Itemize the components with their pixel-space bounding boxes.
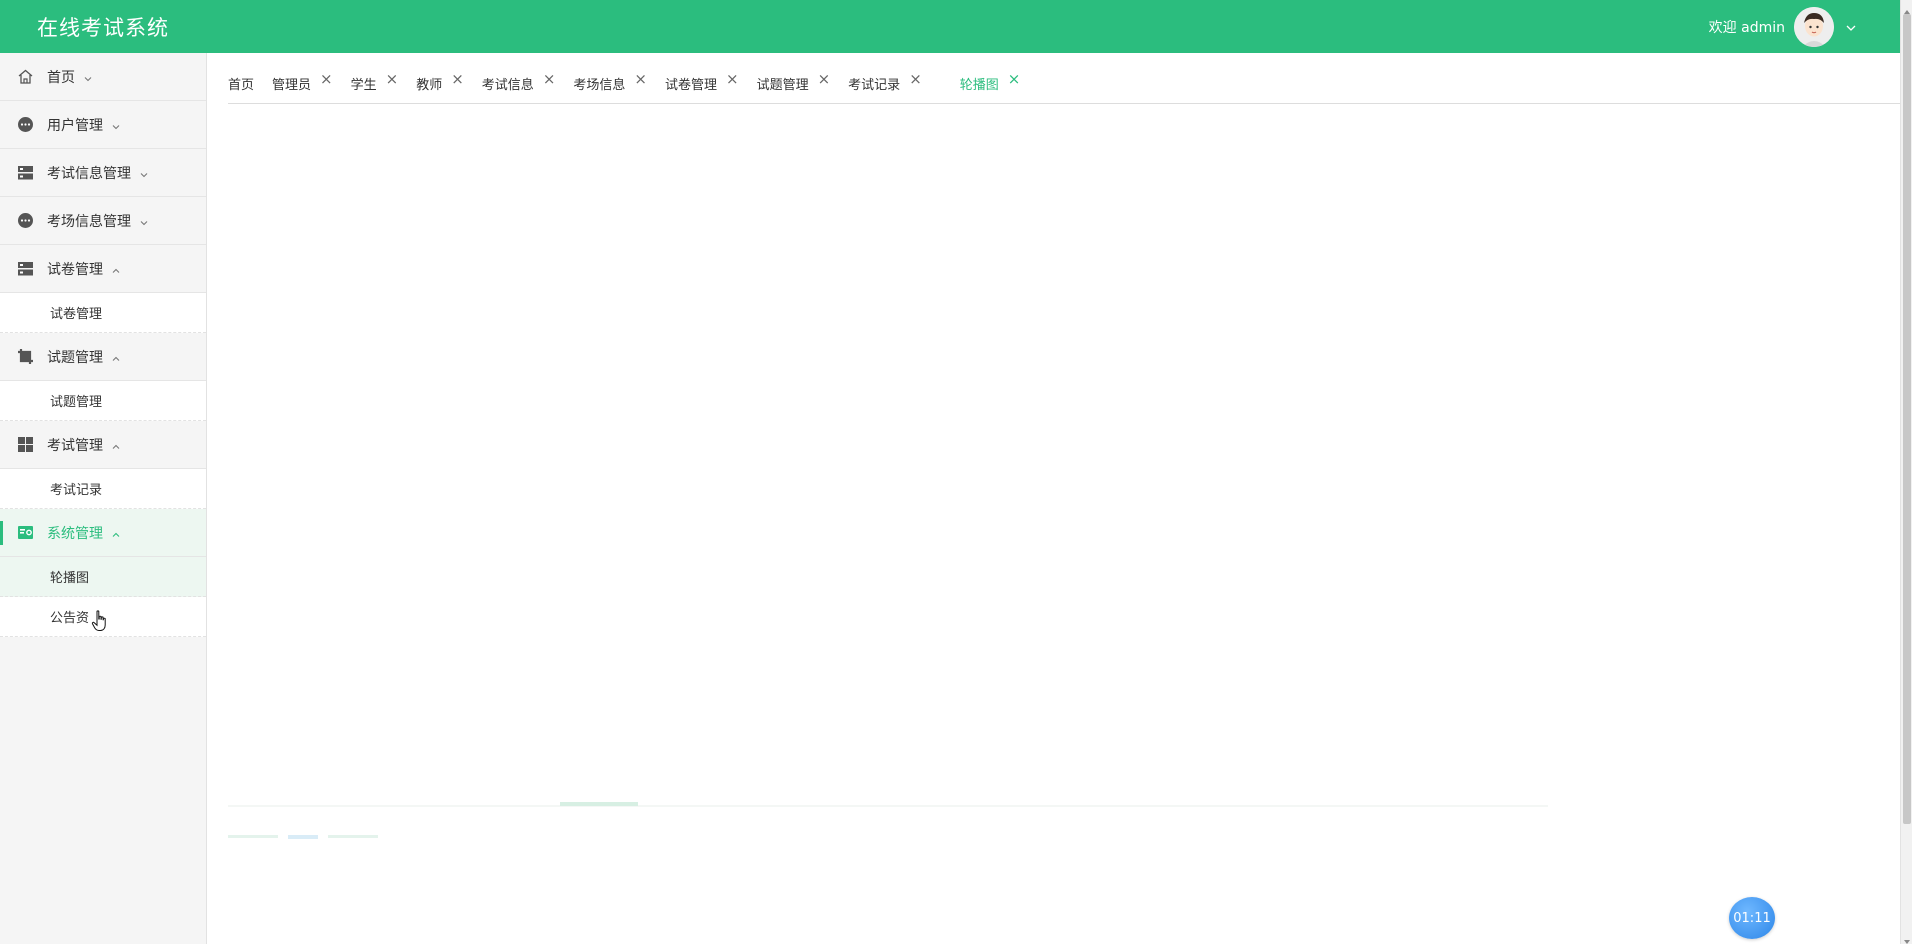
- sidebar-item-label: 试题管理: [47, 349, 103, 366]
- sidebar-item-label: 系统管理: [47, 525, 103, 542]
- sidebar-item-home[interactable]: 首页: [0, 53, 206, 101]
- chevron-up-icon: [111, 440, 121, 450]
- system-icon: [17, 524, 34, 541]
- submenu-item-paper-management[interactable]: 试卷管理: [0, 293, 206, 333]
- chevron-down-icon: [111, 120, 121, 130]
- tab-label: 试题管理: [756, 78, 809, 93]
- tab-label: 考试记录: [848, 78, 901, 93]
- tab-label: 试卷管理: [664, 78, 717, 93]
- chevron-down-icon[interactable]: [1844, 20, 1858, 34]
- sidebar-item-exam-management[interactable]: 考试管理: [0, 421, 206, 469]
- tab-label: 首页: [228, 78, 255, 93]
- welcome-text: 欢迎 admin: [1708, 20, 1785, 36]
- scroll-up-icon[interactable]: [1903, 2, 1911, 14]
- tab-bar: 首页 管理员 × 学生 × 教师 × 考试信息 × 考场信息 × 试卷管理 × 试题管理 × …: [228, 68, 1900, 104]
- loading-placeholder: [228, 835, 278, 838]
- timer-badge[interactable]: 01:11: [1729, 897, 1775, 939]
- close-icon[interactable]: ×: [320, 70, 333, 88]
- submenu-item-exam-records[interactable]: 考试记录: [0, 469, 206, 509]
- page-scrollbar[interactable]: [1900, 0, 1912, 944]
- chevron-up-icon: [111, 352, 121, 362]
- tab-label: 学生: [350, 78, 377, 93]
- tab-student[interactable]: 学生 ×: [351, 68, 399, 93]
- tab-exam-records[interactable]: 考试记录 ×: [848, 68, 922, 93]
- tab-home[interactable]: 首页: [228, 68, 254, 93]
- tab-label: 考试信息: [481, 78, 534, 93]
- scroll-thumb[interactable]: [1903, 14, 1911, 824]
- crop-icon: [17, 348, 34, 365]
- tab-admin[interactable]: 管理员 ×: [272, 68, 333, 93]
- loading-placeholder: [228, 805, 1548, 807]
- chevron-down-icon: [83, 72, 93, 82]
- chevron-up-icon: [111, 264, 121, 274]
- top-header: 在线考试系统 欢迎 admin: [0, 0, 1900, 53]
- sidebar-item-label: 考场信息管理: [47, 213, 131, 230]
- dots-circle-icon: [17, 116, 34, 133]
- sidebar-item-label: 考试管理: [47, 437, 103, 454]
- sidebar-item-user-management[interactable]: 用户管理: [0, 101, 206, 149]
- hand-cursor-icon: [91, 610, 109, 632]
- grid-icon: [17, 436, 34, 453]
- sidebar-item-exam-room-management[interactable]: 考场信息管理: [0, 197, 206, 245]
- app-title: 在线考试系统: [37, 16, 169, 40]
- tab-label: 考场信息: [573, 78, 626, 93]
- sidebar-item-paper-management[interactable]: 试卷管理: [0, 245, 206, 293]
- close-icon[interactable]: ×: [386, 70, 399, 88]
- sidebar-item-label: 试卷管理: [47, 261, 103, 278]
- sidebar-item-label: 考试信息管理: [47, 165, 131, 182]
- avatar[interactable]: [1794, 7, 1834, 47]
- close-icon[interactable]: ×: [1008, 70, 1021, 88]
- close-icon[interactable]: ×: [909, 70, 922, 88]
- sidebar-item-system-management[interactable]: 系统管理: [0, 509, 206, 557]
- sidebar-item-question-management[interactable]: 试题管理: [0, 333, 206, 381]
- sidebar-item-label: 首页: [47, 69, 75, 86]
- server-icon: [17, 260, 34, 277]
- chevron-down-icon: [139, 168, 149, 178]
- tab-teacher[interactable]: 教师 ×: [416, 68, 464, 93]
- tab-exam-room-info[interactable]: 考场信息 ×: [573, 68, 647, 93]
- chevron-up-icon: [111, 528, 121, 538]
- close-icon[interactable]: ×: [726, 70, 739, 88]
- tab-paper-management[interactable]: 试卷管理 ×: [665, 68, 739, 93]
- tab-exam-info[interactable]: 考试信息 ×: [482, 68, 556, 93]
- loading-placeholder: [288, 835, 318, 839]
- submenu-item-carousel[interactable]: 轮播图: [0, 557, 206, 597]
- tab-carousel[interactable]: 轮播图 ×: [960, 68, 1021, 93]
- scroll-down-icon[interactable]: [1903, 932, 1911, 944]
- chevron-down-icon: [139, 216, 149, 226]
- loading-placeholder: [328, 835, 378, 838]
- close-icon[interactable]: ×: [451, 70, 464, 88]
- home-icon: [17, 68, 34, 85]
- sidebar-item-exam-info-management[interactable]: 考试信息管理: [0, 149, 206, 197]
- tab-question-management[interactable]: 试题管理 ×: [757, 68, 831, 93]
- tab-label: 管理员: [272, 78, 312, 93]
- server-icon: [17, 164, 34, 181]
- tab-label: 轮播图: [959, 78, 999, 93]
- close-icon[interactable]: ×: [543, 70, 556, 88]
- close-icon[interactable]: ×: [634, 70, 647, 88]
- tab-label: 教师: [416, 78, 443, 93]
- sidebar-item-label: 用户管理: [47, 117, 103, 134]
- loading-placeholder: [560, 802, 638, 806]
- sidebar: 首页 用户管理 考试信息管理 考场信息管理 试卷管理 试卷管理 试题管理 试题管…: [0, 53, 207, 944]
- close-icon[interactable]: ×: [818, 70, 831, 88]
- submenu-item-question-management[interactable]: 试题管理: [0, 381, 206, 421]
- main-content: [228, 105, 1900, 944]
- dots-circle-icon: [17, 212, 34, 229]
- user-menu[interactable]: 欢迎 admin: [1708, 7, 1858, 47]
